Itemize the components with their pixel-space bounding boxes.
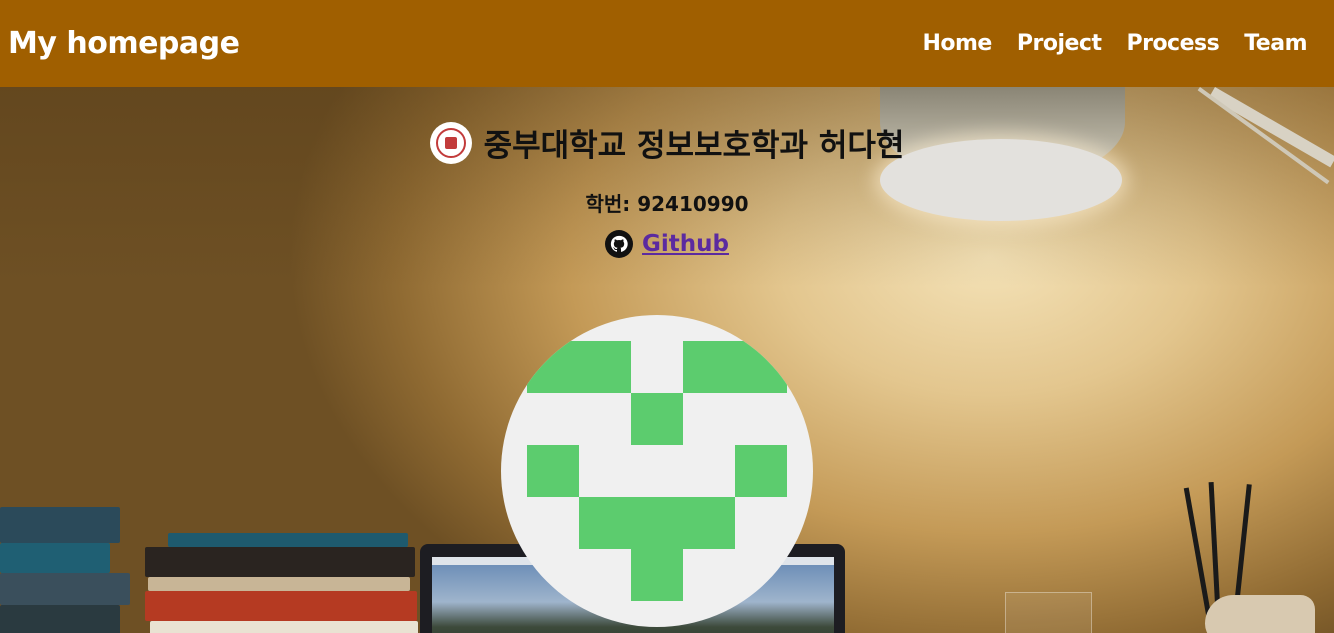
github-link[interactable]: Github <box>642 231 729 257</box>
nav-links: Home Project Process Team <box>922 31 1307 56</box>
book <box>150 621 418 633</box>
nav-link-process[interactable]: Process <box>1126 31 1219 56</box>
book <box>0 573 130 605</box>
identicon-pixel <box>527 445 579 497</box>
identicon-pixel <box>683 497 735 549</box>
identicon-pixel <box>579 497 631 549</box>
book <box>0 605 120 633</box>
page-title: 중부대학교 정보보호학과 허다현 <box>483 128 905 164</box>
identicon-pixel <box>579 341 631 393</box>
identicon-pixel <box>631 497 683 549</box>
stick <box>1208 481 1221 613</box>
github-icon[interactable] <box>605 230 634 258</box>
github-row: Github <box>0 230 1334 258</box>
university-logo-icon <box>429 121 472 164</box>
identicon-pixel <box>735 341 787 393</box>
nav-link-team[interactable]: Team <box>1244 31 1307 56</box>
identicon-pixel <box>527 341 579 393</box>
nav-link-home[interactable]: Home <box>922 31 992 56</box>
stick <box>1183 487 1212 617</box>
book <box>0 507 120 543</box>
nav-link-project[interactable]: Project <box>1017 31 1102 56</box>
avatar <box>501 315 813 627</box>
brand-title[interactable]: My homepage <box>8 26 240 61</box>
identicon-pixel <box>631 393 683 445</box>
book-stack <box>0 507 420 633</box>
profile-header: 중부대학교 정보보호학과 허다현 <box>0 120 1334 165</box>
student-id: 학번: 92410990 <box>585 192 749 216</box>
identicon-pixel <box>631 549 683 601</box>
glass-jar <box>1005 592 1092 633</box>
identicon-pixel <box>735 445 787 497</box>
book <box>145 547 415 577</box>
navbar: My homepage Home Project Process Team <box>0 0 1334 87</box>
book <box>148 577 410 591</box>
identicon-pixel <box>683 341 735 393</box>
book <box>0 543 110 573</box>
book <box>168 533 408 547</box>
book <box>145 591 417 621</box>
hand <box>1205 595 1315 633</box>
